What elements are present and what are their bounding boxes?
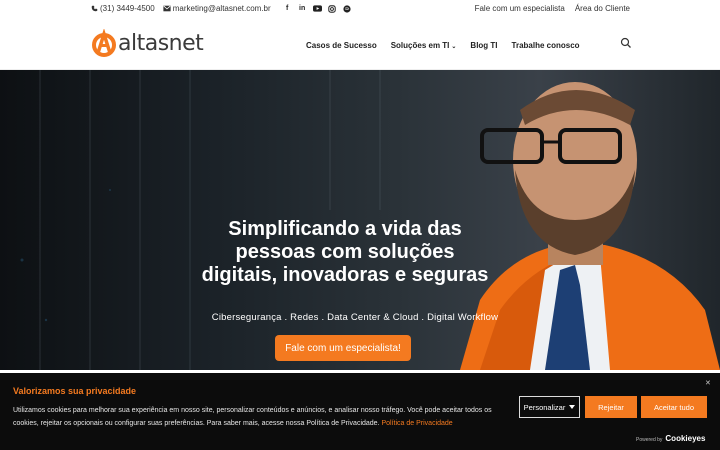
cta-specialist-button[interactable]: Fale com um especialista! — [275, 335, 411, 361]
linkedin-icon[interactable]: in — [298, 4, 307, 13]
reject-button[interactable]: Rejeitar — [585, 396, 637, 418]
phone-number: (31) 3449-4500 — [100, 4, 155, 13]
facebook-icon[interactable]: f — [283, 4, 292, 13]
top-link-client-area[interactable]: Área do Cliente — [575, 4, 630, 13]
logo-mark-icon — [92, 29, 116, 57]
nav-item-careers[interactable]: Trabalhe conosco — [512, 41, 580, 50]
email-contact[interactable]: marketing@altasnet.com.br — [163, 4, 271, 13]
cookie-title: Valorizamos sua privacidade — [13, 386, 137, 396]
accept-all-button[interactable]: Aceitar tudo — [641, 396, 707, 418]
instagram-icon[interactable] — [328, 4, 337, 13]
spotify-icon[interactable] — [343, 4, 352, 13]
customize-button[interactable]: Personalizar — [519, 396, 580, 418]
hero-title: Simplificando a vida das pessoas com sol… — [201, 218, 489, 286]
social-links: f in — [283, 4, 352, 13]
top-links: Fale com um especialista Área do Cliente — [475, 4, 630, 13]
phone-icon — [91, 5, 98, 12]
nav-item-blog[interactable]: Blog TI — [470, 41, 497, 50]
logo[interactable]: altasnet — [92, 29, 204, 57]
nav-label: Trabalhe conosco — [511, 41, 580, 50]
hero-subtitle: Cibersegurança . Redes . Data Center & C… — [211, 312, 499, 323]
cookie-banner: Valorizamos sua privacidade Utilizamos c… — [0, 373, 720, 450]
logo-text: altasnet — [118, 30, 204, 56]
close-icon[interactable]: ✕ — [705, 379, 711, 387]
youtube-icon[interactable] — [312, 4, 322, 13]
cookie-text: Utilizamos cookies para melhorar sua exp… — [13, 404, 498, 430]
main-nav: Casos de Sucesso Soluções em TI ⌄ Blog TI… — [306, 41, 580, 50]
caret-down-icon — [569, 405, 576, 409]
nav-label: Blog TI — [470, 41, 498, 50]
site-header: altasnet Casos de Sucesso Soluções em TI… — [0, 19, 720, 70]
contact-info: (31) 3449-4500 marketing@altasnet.com.br… — [91, 4, 352, 13]
nav-item-success-cases[interactable]: Casos de Sucesso — [306, 41, 377, 50]
customize-label: Personalizar — [523, 402, 566, 412]
phone-contact[interactable]: (31) 3449-4500 — [91, 4, 155, 13]
cookieyes-logo: Cookieyes — [665, 434, 706, 443]
privacy-policy-link[interactable]: Política de Privacidade — [381, 420, 452, 427]
top-link-specialist[interactable]: Fale com um especialista — [475, 4, 565, 13]
email-address: marketing@altasnet.com.br — [172, 4, 271, 13]
hero-section: Simplificando a vida das pessoas com sol… — [0, 70, 720, 370]
nav-item-it-solutions[interactable]: Soluções em TI ⌄ — [391, 41, 457, 50]
search-icon[interactable] — [620, 37, 632, 49]
powered-by-label: Powered by — [636, 437, 663, 443]
powered-by[interactable]: Powered by Cookieyes — [636, 434, 705, 443]
nav-label: Soluções em TI — [390, 41, 450, 50]
mail-icon — [163, 5, 171, 12]
nav-label: Casos de Sucesso — [306, 41, 377, 50]
top-bar: (31) 3449-4500 marketing@altasnet.com.br… — [0, 0, 720, 19]
chevron-down-icon: ⌄ — [451, 44, 457, 50]
